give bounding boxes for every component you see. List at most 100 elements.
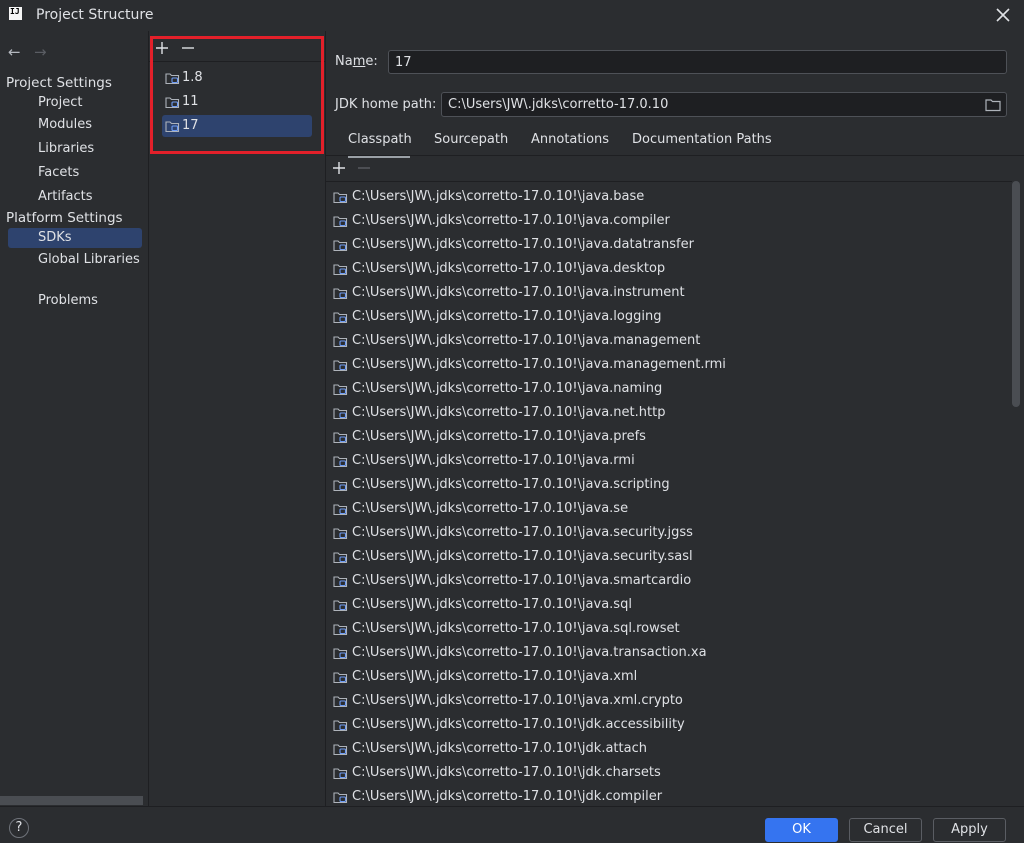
list-item[interactable]: C:\Users\JW\.jdks\corretto-17.0.10!\java… — [332, 545, 693, 569]
name-field[interactable] — [388, 50, 1007, 74]
sdk-item-1-8[interactable]: 1.8 — [162, 67, 312, 89]
jdk-folder-icon — [165, 73, 180, 85]
list-item[interactable]: C:\Users\JW\.jdks\corretto-17.0.10!\java… — [332, 185, 644, 209]
list-item[interactable]: C:\Users\JW\.jdks\corretto-17.0.10!\java… — [332, 233, 694, 257]
sidebar-item-problems[interactable]: Problems — [8, 291, 142, 311]
tab-sourcepath[interactable]: Sourcepath — [434, 127, 508, 155]
tab-classpath[interactable]: Classpath — [348, 127, 412, 158]
list-item-label: C:\Users\JW\.jdks\corretto-17.0.10!\java… — [352, 237, 694, 252]
list-item-label: C:\Users\JW\.jdks\corretto-17.0.10!\java… — [352, 189, 645, 204]
list-item[interactable]: C:\Users\JW\.jdks\corretto-17.0.10!\java… — [332, 425, 646, 449]
jdk-home-path-field[interactable] — [441, 92, 1007, 117]
minus-icon[interactable] — [356, 160, 372, 176]
list-item-label: C:\Users\JW\.jdks\corretto-17.0.10!\java… — [352, 693, 683, 708]
list-item-label: C:\Users\JW\.jdks\corretto-17.0.10!\jdk.… — [352, 717, 685, 732]
platform-settings-header: Platform Settings — [6, 210, 123, 226]
list-item-label: C:\Users\JW\.jdks\corretto-17.0.10!\java… — [352, 501, 629, 516]
apply-button[interactable]: Apply — [933, 818, 1006, 842]
list-item[interactable]: C:\Users\JW\.jdks\corretto-17.0.10!\jdk.… — [332, 713, 685, 737]
cancel-button[interactable]: Cancel — [849, 818, 922, 842]
list-item[interactable]: C:\Users\JW\.jdks\corretto-17.0.10!\java… — [332, 209, 670, 233]
arrow-left-icon[interactable]: ← — [8, 43, 21, 61]
folder-icon — [333, 432, 348, 444]
list-item-label: C:\Users\JW\.jdks\corretto-17.0.10!\java… — [352, 573, 692, 588]
name-label: Name: — [335, 54, 378, 69]
folder-icon — [333, 456, 348, 468]
sdk-item-17[interactable]: 17 — [162, 115, 312, 137]
list-item-label: C:\Users\JW\.jdks\corretto-17.0.10!\java… — [352, 549, 693, 564]
list-item-label: C:\Users\JW\.jdks\corretto-17.0.10!\java… — [352, 645, 707, 660]
list-item[interactable]: C:\Users\JW\.jdks\corretto-17.0.10!\java… — [332, 281, 685, 305]
intellij-logo-icon: IJ — [9, 7, 22, 20]
folder-icon — [333, 264, 348, 276]
list-item-label: C:\Users\JW\.jdks\corretto-17.0.10!\java… — [352, 453, 635, 468]
list-item[interactable]: C:\Users\JW\.jdks\corretto-17.0.10!\java… — [332, 473, 670, 497]
sdk-item-label: 11 — [182, 94, 199, 109]
list-item-label: C:\Users\JW\.jdks\corretto-17.0.10!\java… — [352, 597, 632, 612]
list-item[interactable]: C:\Users\JW\.jdks\corretto-17.0.10!\jdk.… — [332, 785, 662, 807]
sidebar-item-artifacts[interactable]: Artifacts — [8, 187, 142, 207]
folder-icon — [333, 504, 348, 516]
list-item[interactable]: C:\Users\JW\.jdks\corretto-17.0.10!\java… — [332, 257, 665, 281]
folder-icon — [333, 192, 348, 204]
list-item[interactable]: C:\Users\JW\.jdks\corretto-17.0.10!\java… — [332, 329, 700, 353]
sidebar-item-facets[interactable]: Facets — [8, 163, 142, 183]
list-item[interactable]: C:\Users\JW\.jdks\corretto-17.0.10!\jdk.… — [332, 737, 647, 761]
dialog-footer: ? OK Cancel Apply — [0, 806, 1024, 843]
sidebar-item-global-libraries[interactable]: Global Libraries — [8, 250, 142, 270]
list-item[interactable]: C:\Users\JW\.jdks\corretto-17.0.10!\java… — [332, 569, 691, 593]
list-item[interactable]: C:\Users\JW\.jdks\corretto-17.0.10!\java… — [332, 521, 693, 545]
list-item[interactable]: C:\Users\JW\.jdks\corretto-17.0.10!\java… — [332, 593, 632, 617]
settings-sidebar: ← → Project Settings Project Modules Lib… — [0, 31, 148, 806]
folder-icon — [333, 600, 348, 612]
horizontal-scrollbar[interactable] — [0, 796, 143, 805]
tab-documentation-paths[interactable]: Documentation Paths — [632, 127, 772, 155]
folder-icon — [333, 312, 348, 324]
list-item[interactable]: C:\Users\JW\.jdks\corretto-17.0.10!\java… — [332, 449, 635, 473]
list-item-label: C:\Users\JW\.jdks\corretto-17.0.10!\java… — [352, 333, 701, 348]
folder-icon — [333, 384, 348, 396]
close-icon[interactable] — [994, 6, 1012, 24]
list-item[interactable]: C:\Users\JW\.jdks\corretto-17.0.10!\java… — [332, 353, 726, 377]
plus-icon[interactable] — [154, 40, 170, 56]
classpath-toolbar — [326, 155, 1024, 180]
classpath-list[interactable]: C:\Users\JW\.jdks\corretto-17.0.10!\java… — [326, 181, 1012, 807]
sidebar-item-libraries[interactable]: Libraries — [8, 139, 142, 159]
list-item[interactable]: C:\Users\JW\.jdks\corretto-17.0.10!\java… — [332, 401, 665, 425]
project-settings-header: Project Settings — [6, 75, 112, 91]
list-item-label: C:\Users\JW\.jdks\corretto-17.0.10!\java… — [352, 357, 726, 372]
folder-icon — [333, 480, 348, 492]
sdk-item-11[interactable]: 11 — [162, 91, 312, 113]
vertical-scrollbar[interactable] — [1012, 181, 1020, 407]
list-item[interactable]: C:\Users\JW\.jdks\corretto-17.0.10!\java… — [332, 665, 637, 689]
tab-annotations[interactable]: Annotations — [531, 127, 609, 155]
list-item[interactable]: C:\Users\JW\.jdks\corretto-17.0.10!\java… — [332, 641, 707, 665]
list-item[interactable]: C:\Users\JW\.jdks\corretto-17.0.10!\java… — [332, 617, 680, 641]
folder-icon[interactable] — [985, 98, 1001, 112]
list-item[interactable]: C:\Users\JW\.jdks\corretto-17.0.10!\java… — [332, 377, 662, 401]
minus-icon[interactable] — [180, 40, 196, 56]
window-title: Project Structure — [36, 7, 154, 23]
sidebar-item-sdks[interactable]: SDKs — [8, 228, 142, 248]
sdk-item-label: 1.8 — [182, 70, 203, 85]
folder-icon — [333, 744, 348, 756]
folder-icon — [333, 648, 348, 660]
ok-button[interactable]: OK — [765, 818, 838, 842]
folder-icon — [333, 360, 348, 372]
list-item-label: C:\Users\JW\.jdks\corretto-17.0.10!\java… — [352, 621, 680, 636]
arrow-right-icon[interactable]: → — [34, 43, 47, 61]
list-item-label: C:\Users\JW\.jdks\corretto-17.0.10!\java… — [352, 381, 663, 396]
list-item[interactable]: C:\Users\JW\.jdks\corretto-17.0.10!\java… — [332, 689, 683, 713]
list-item[interactable]: C:\Users\JW\.jdks\corretto-17.0.10!\java… — [332, 497, 628, 521]
list-item-label: C:\Users\JW\.jdks\corretto-17.0.10!\jdk.… — [352, 741, 647, 756]
list-item-label: C:\Users\JW\.jdks\corretto-17.0.10!\java… — [352, 477, 670, 492]
list-item[interactable]: C:\Users\JW\.jdks\corretto-17.0.10!\java… — [332, 305, 661, 329]
plus-icon[interactable] — [331, 160, 347, 176]
sidebar-item-modules[interactable]: Modules — [8, 115, 142, 135]
list-item-label: C:\Users\JW\.jdks\corretto-17.0.10!\java… — [352, 429, 646, 444]
help-button[interactable]: ? — [9, 818, 29, 838]
sidebar-item-project[interactable]: Project — [8, 93, 142, 113]
list-item[interactable]: C:\Users\JW\.jdks\corretto-17.0.10!\jdk.… — [332, 761, 661, 785]
list-item-label: C:\Users\JW\.jdks\corretto-17.0.10!\jdk.… — [352, 765, 661, 780]
jdk-home-label: JDK home path: — [335, 97, 437, 112]
